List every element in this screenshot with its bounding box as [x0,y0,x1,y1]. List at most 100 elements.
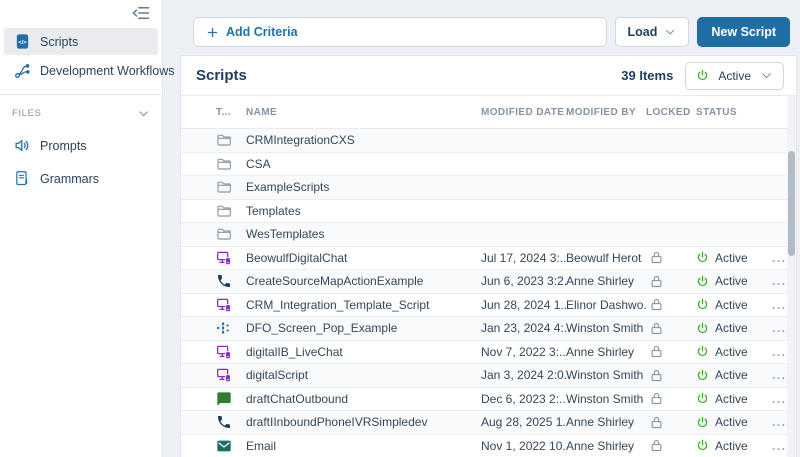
column-header-status[interactable]: STATUS [696,107,766,118]
row-status-cell: Active [696,251,766,265]
table-row[interactable]: Email Nov 1, 2022 10... Anne Shirley Act… [181,435,796,457]
row-modified-date: Nov 7, 2022 3:... [481,345,566,359]
row-status-cell [696,157,766,170]
files-section-label: FILES [12,108,41,119]
row-modified-date: Dec 6, 2023 2:... [481,392,566,406]
row-name: DFO_Screen_Pop_Example [246,321,481,335]
column-header-type[interactable]: T... [216,107,246,118]
sidebar-item-development-workflows[interactable]: Development Workflows [4,57,158,84]
sidebar-item-scripts[interactable]: </> Scripts [4,28,158,55]
table-row[interactable]: CRM_Integration_Template_Script Jun 28, … [181,294,796,318]
row-type-icon [216,414,232,430]
row-type-icon [216,438,232,454]
row-status-cell: Active [696,368,766,382]
table-row[interactable]: draftChatOutbound Dec 6, 2023 2:... Wins… [181,388,796,412]
grammar-doc-icon [14,170,31,187]
row-modified-by: Elinor Dashwo... [566,298,646,312]
sidebar-item-label: Scripts [40,35,78,49]
row-modified-by: Anne Shirley [566,345,646,359]
row-name: Templates [246,204,481,218]
row-status: Active [715,345,748,359]
sidebar-nav: </> Scripts Development Workflows [0,28,162,84]
collapse-menu-icon[interactable] [130,4,152,22]
row-status-cell: Active [696,345,766,359]
table-row[interactable]: digitalIB_LiveChat Nov 7, 2022 3:... Ann… [181,341,796,365]
vertical-scrollbar[interactable] [787,96,796,457]
table-row[interactable]: Templates [181,200,796,224]
table-row[interactable]: CreateSourceMapActionExample Jun 6, 2023… [181,270,796,294]
row-name: draftIInboundPhoneIVRSimpledev [246,415,481,429]
table-row[interactable]: ExampleScripts [181,176,796,200]
row-modified-date: Aug 28, 2025 1... [481,415,566,429]
row-modified-by: Beowulf Herot [566,251,646,265]
row-status-cell: Active [696,274,766,288]
chevron-down-icon[interactable] [137,107,150,120]
plus-icon [206,26,219,39]
status-power-icon [696,251,709,264]
row-modified-date: Jun 6, 2023 3:2... [481,274,566,288]
row-modified-date: Jul 17, 2024 3:... [481,251,566,265]
lock-icon [649,321,664,336]
lock-icon [649,227,664,242]
row-status: Active [715,274,748,288]
sidebar-item-grammars[interactable]: Grammars [4,165,158,192]
table-row[interactable]: DFO_Screen_Pop_Example Jan 23, 2024 4:..… [181,317,796,341]
row-modified-by: Anne Shirley [566,439,646,453]
row-type-icon [216,179,232,195]
load-button[interactable]: Load [615,17,690,47]
workflow-icon [14,62,31,79]
status-power-icon [696,204,709,217]
table-row[interactable]: WesTemplates [181,223,796,247]
table-row[interactable]: CSA [181,153,796,177]
status-power-icon [696,322,709,335]
row-type-icon [216,297,232,313]
row-status: Active [715,321,748,335]
row-name: CRMIntegrationCXS [246,133,481,147]
column-header-modified-date[interactable]: MODIFIED DATE [481,107,566,118]
row-modified-by: Winston Smith [566,321,646,335]
status-power-icon [696,345,709,358]
column-header-locked[interactable]: LOCKED [646,107,696,118]
add-criteria-button[interactable]: Add Criteria [193,17,607,47]
table-row[interactable]: CRMIntegrationCXS [181,129,796,153]
files-items: Prompts Grammars [0,132,162,192]
row-modified-by: Winston Smith [566,392,646,406]
row-type-icon [216,273,232,289]
sidebar-item-prompts[interactable]: Prompts [4,132,158,159]
lock-icon [649,438,664,453]
row-type-icon [216,203,232,219]
row-status-cell [696,134,766,147]
row-status: Active [715,439,748,453]
row-name: WesTemplates [246,227,481,241]
lock-icon [649,391,664,406]
status-power-icon [696,181,709,194]
column-header-modified-by[interactable]: MODIFIED BY [566,107,646,118]
row-type-icon [216,226,232,242]
files-section-header[interactable]: FILES [0,95,162,126]
row-name: Email [246,439,481,453]
table-row[interactable]: digitalScript Jan 3, 2024 2:0... Winston… [181,364,796,388]
column-header-name[interactable]: NAME [246,107,481,118]
speaker-icon [14,137,31,154]
status-power-icon [696,369,709,382]
row-name: digitalIB_LiveChat [246,345,481,359]
status-power-icon [696,157,709,170]
row-modified-date: Jun 28, 2024 1... [481,298,566,312]
sidebar-item-label: Development Workflows [40,64,175,78]
new-script-button[interactable]: New Script [697,17,790,47]
lock-icon [649,274,664,289]
row-name: digitalScript [246,368,481,382]
scrollbar-thumb[interactable] [788,151,795,256]
scripts-panel: Scripts 39 Items Active T... NAME MODIFI… [180,55,797,457]
row-type-icon [216,250,232,266]
toolbar: Add Criteria Load New Script [163,0,800,47]
script-table-body: CRMIntegrationCXS CSA ExampleScripts [181,129,796,457]
status-power-icon [696,275,709,288]
table-row[interactable]: BeowulfDigitalChat Jul 17, 2024 3:... Be… [181,247,796,271]
table-row[interactable]: draftIInboundPhoneIVRSimpledev Aug 28, 2… [181,411,796,435]
row-modified-by: Winston Smith [566,368,646,382]
sidebar-item-label: Grammars [40,172,99,186]
status-power-icon [696,298,709,311]
row-modified-date: Nov 1, 2022 10... [481,439,566,453]
status-filter-dropdown[interactable]: Active [685,62,784,90]
